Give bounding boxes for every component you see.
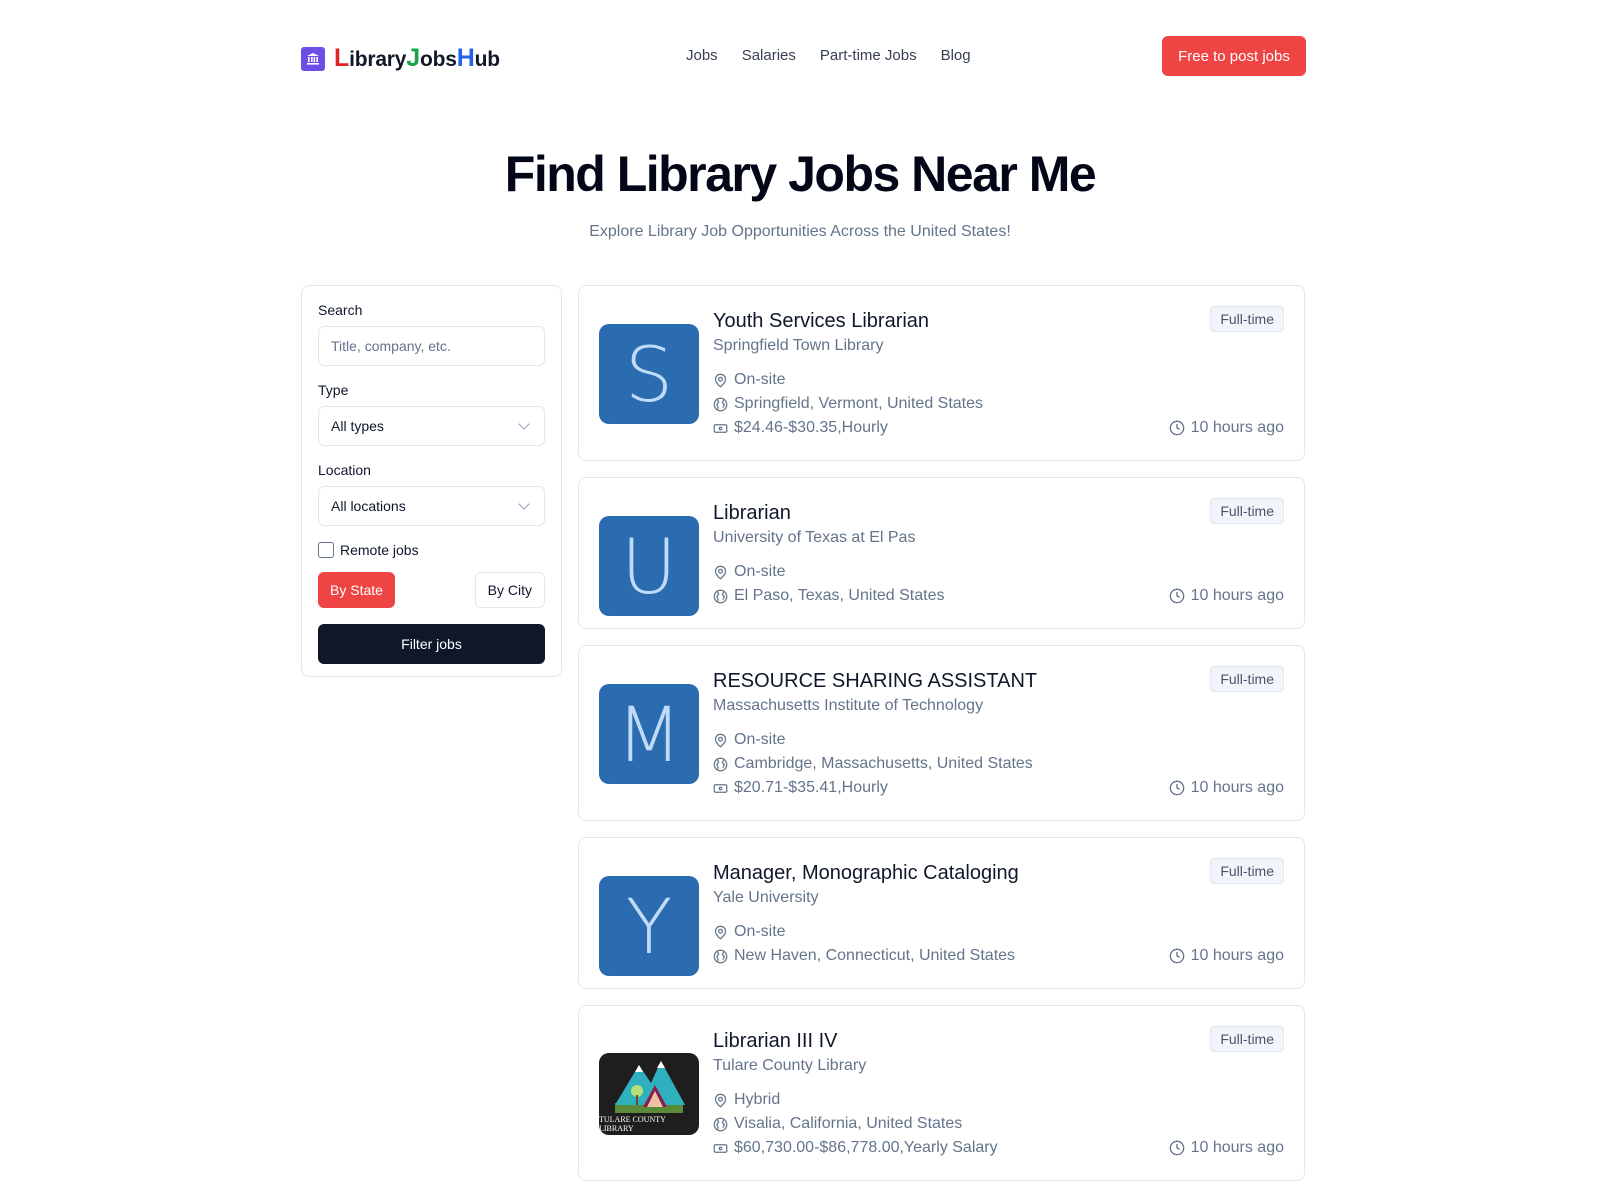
location-label: Location bbox=[318, 462, 371, 478]
banknote-icon bbox=[713, 783, 728, 793]
company-logo: M bbox=[599, 684, 699, 784]
filter-jobs-button[interactable]: Filter jobs bbox=[318, 624, 545, 664]
chevron-down-icon bbox=[518, 418, 530, 430]
job-list: S Youth Services Librarian Springfield T… bbox=[578, 285, 1305, 1197]
job-location: Springfield, Vermont, United States bbox=[713, 392, 1284, 416]
map-pin-icon bbox=[714, 733, 727, 748]
chevron-down-icon bbox=[518, 498, 530, 510]
job-card[interactable]: S Youth Services Librarian Springfield T… bbox=[578, 285, 1305, 461]
clock-icon bbox=[1169, 780, 1184, 796]
company-logo-caption: TULARE COUNTY LIBRARY bbox=[599, 1115, 666, 1133]
job-card[interactable]: U Librarian University of Texas at El Pa… bbox=[578, 477, 1305, 629]
location-select[interactable]: All locations bbox=[318, 486, 545, 526]
map-pin-icon bbox=[714, 373, 727, 388]
job-type-badge: Full-time bbox=[1210, 666, 1284, 692]
banknote-icon bbox=[713, 423, 728, 433]
nav-blog[interactable]: Blog bbox=[941, 47, 971, 64]
job-card[interactable]: M RESOURCE SHARING ASSISTANT Massachuset… bbox=[578, 645, 1305, 821]
nav-part-time-jobs[interactable]: Part-time Jobs bbox=[820, 47, 917, 64]
job-company: University of Texas at El Pas bbox=[713, 529, 916, 546]
globe-icon bbox=[713, 397, 728, 411]
type-select[interactable]: All types bbox=[318, 406, 545, 446]
globe-icon bbox=[713, 949, 728, 963]
job-workplace: On-site bbox=[713, 560, 1284, 584]
library-building-icon bbox=[301, 46, 325, 71]
nav-salaries[interactable]: Salaries bbox=[742, 47, 796, 64]
page-subtitle: Explore Library Job Opportunities Across… bbox=[589, 223, 1011, 240]
by-state-button[interactable]: By State bbox=[318, 572, 395, 608]
job-card[interactable]: TULARE COUNTY LIBRARY Librarian III IV T… bbox=[578, 1005, 1305, 1181]
search-label: Search bbox=[318, 302, 363, 318]
location-select-value: All locations bbox=[331, 498, 406, 514]
job-title[interactable]: Manager, Monographic Cataloging bbox=[713, 860, 1284, 886]
filter-panel: Search Type All types Location All locat… bbox=[301, 285, 562, 677]
map-pin-icon bbox=[714, 565, 727, 580]
site-header: LibraryJobsHub Jobs Salaries Part-time J… bbox=[0, 0, 1600, 112]
job-company: Tulare County Library bbox=[713, 1057, 867, 1074]
location-mode-toggle: By State By City bbox=[318, 572, 545, 608]
job-company: Springfield Town Library bbox=[713, 337, 884, 354]
job-type-badge: Full-time bbox=[1210, 498, 1284, 524]
job-type-badge: Full-time bbox=[1210, 1026, 1284, 1052]
company-logo: U bbox=[599, 516, 699, 616]
clock-icon bbox=[1169, 948, 1184, 964]
by-city-button[interactable]: By City bbox=[474, 572, 545, 608]
job-location: Visalia, California, United States bbox=[713, 1112, 1284, 1136]
map-pin-icon bbox=[714, 925, 727, 940]
site-logo[interactable]: LibraryJobsHub bbox=[301, 44, 500, 73]
clock-icon bbox=[1169, 1140, 1184, 1156]
remote-jobs-option[interactable]: Remote jobs bbox=[318, 542, 545, 558]
job-card[interactable]: Y Manager, Monographic Cataloging Yale U… bbox=[578, 837, 1305, 989]
job-workplace: Hybrid bbox=[713, 1088, 1284, 1112]
page-title: Find Library Jobs Near Me bbox=[504, 146, 1097, 202]
map-pin-icon bbox=[714, 1093, 727, 1108]
globe-icon bbox=[713, 1117, 728, 1131]
job-posted-time: 10 hours ago bbox=[1169, 776, 1284, 800]
search-input[interactable] bbox=[318, 326, 545, 366]
remote-jobs-label: Remote jobs bbox=[340, 542, 419, 558]
job-title[interactable]: Librarian bbox=[713, 500, 1284, 526]
globe-icon bbox=[713, 589, 728, 603]
job-title[interactable]: Youth Services Librarian bbox=[713, 308, 1284, 334]
remote-jobs-checkbox[interactable] bbox=[318, 542, 334, 558]
company-logo: TULARE COUNTY LIBRARY bbox=[599, 1053, 699, 1135]
job-workplace: On-site bbox=[713, 728, 1284, 752]
job-company: Yale University bbox=[713, 889, 819, 906]
job-posted-time: 10 hours ago bbox=[1169, 416, 1284, 440]
job-workplace: On-site bbox=[713, 368, 1284, 392]
company-logo: S bbox=[599, 324, 699, 424]
type-label: Type bbox=[318, 382, 349, 398]
logo-text: LibraryJobsHub bbox=[334, 44, 500, 72]
job-workplace: On-site bbox=[713, 920, 1284, 944]
job-company: Massachusetts Institute of Technology bbox=[713, 697, 984, 714]
clock-icon bbox=[1169, 588, 1184, 604]
job-posted-time: 10 hours ago bbox=[1169, 944, 1284, 968]
clock-icon bbox=[1169, 420, 1184, 436]
globe-icon bbox=[713, 757, 728, 771]
post-jobs-button[interactable]: Free to post jobs bbox=[1162, 36, 1306, 76]
type-select-value: All types bbox=[331, 418, 384, 434]
company-logo: Y bbox=[599, 876, 699, 976]
job-type-badge: Full-time bbox=[1210, 306, 1284, 332]
banknote-icon bbox=[713, 1143, 728, 1153]
job-title[interactable]: RESOURCE SHARING ASSISTANT bbox=[713, 668, 1284, 694]
job-posted-time: 10 hours ago bbox=[1169, 584, 1284, 608]
mountains-icon bbox=[615, 1061, 685, 1113]
job-location: Cambridge, Massachusetts, United States bbox=[713, 752, 1284, 776]
job-posted-time: 10 hours ago bbox=[1169, 1136, 1284, 1160]
job-title[interactable]: Librarian III IV bbox=[713, 1028, 1284, 1054]
nav-jobs[interactable]: Jobs bbox=[686, 47, 718, 64]
job-type-badge: Full-time bbox=[1210, 858, 1284, 884]
main-nav: Jobs Salaries Part-time Jobs Blog bbox=[686, 47, 971, 64]
